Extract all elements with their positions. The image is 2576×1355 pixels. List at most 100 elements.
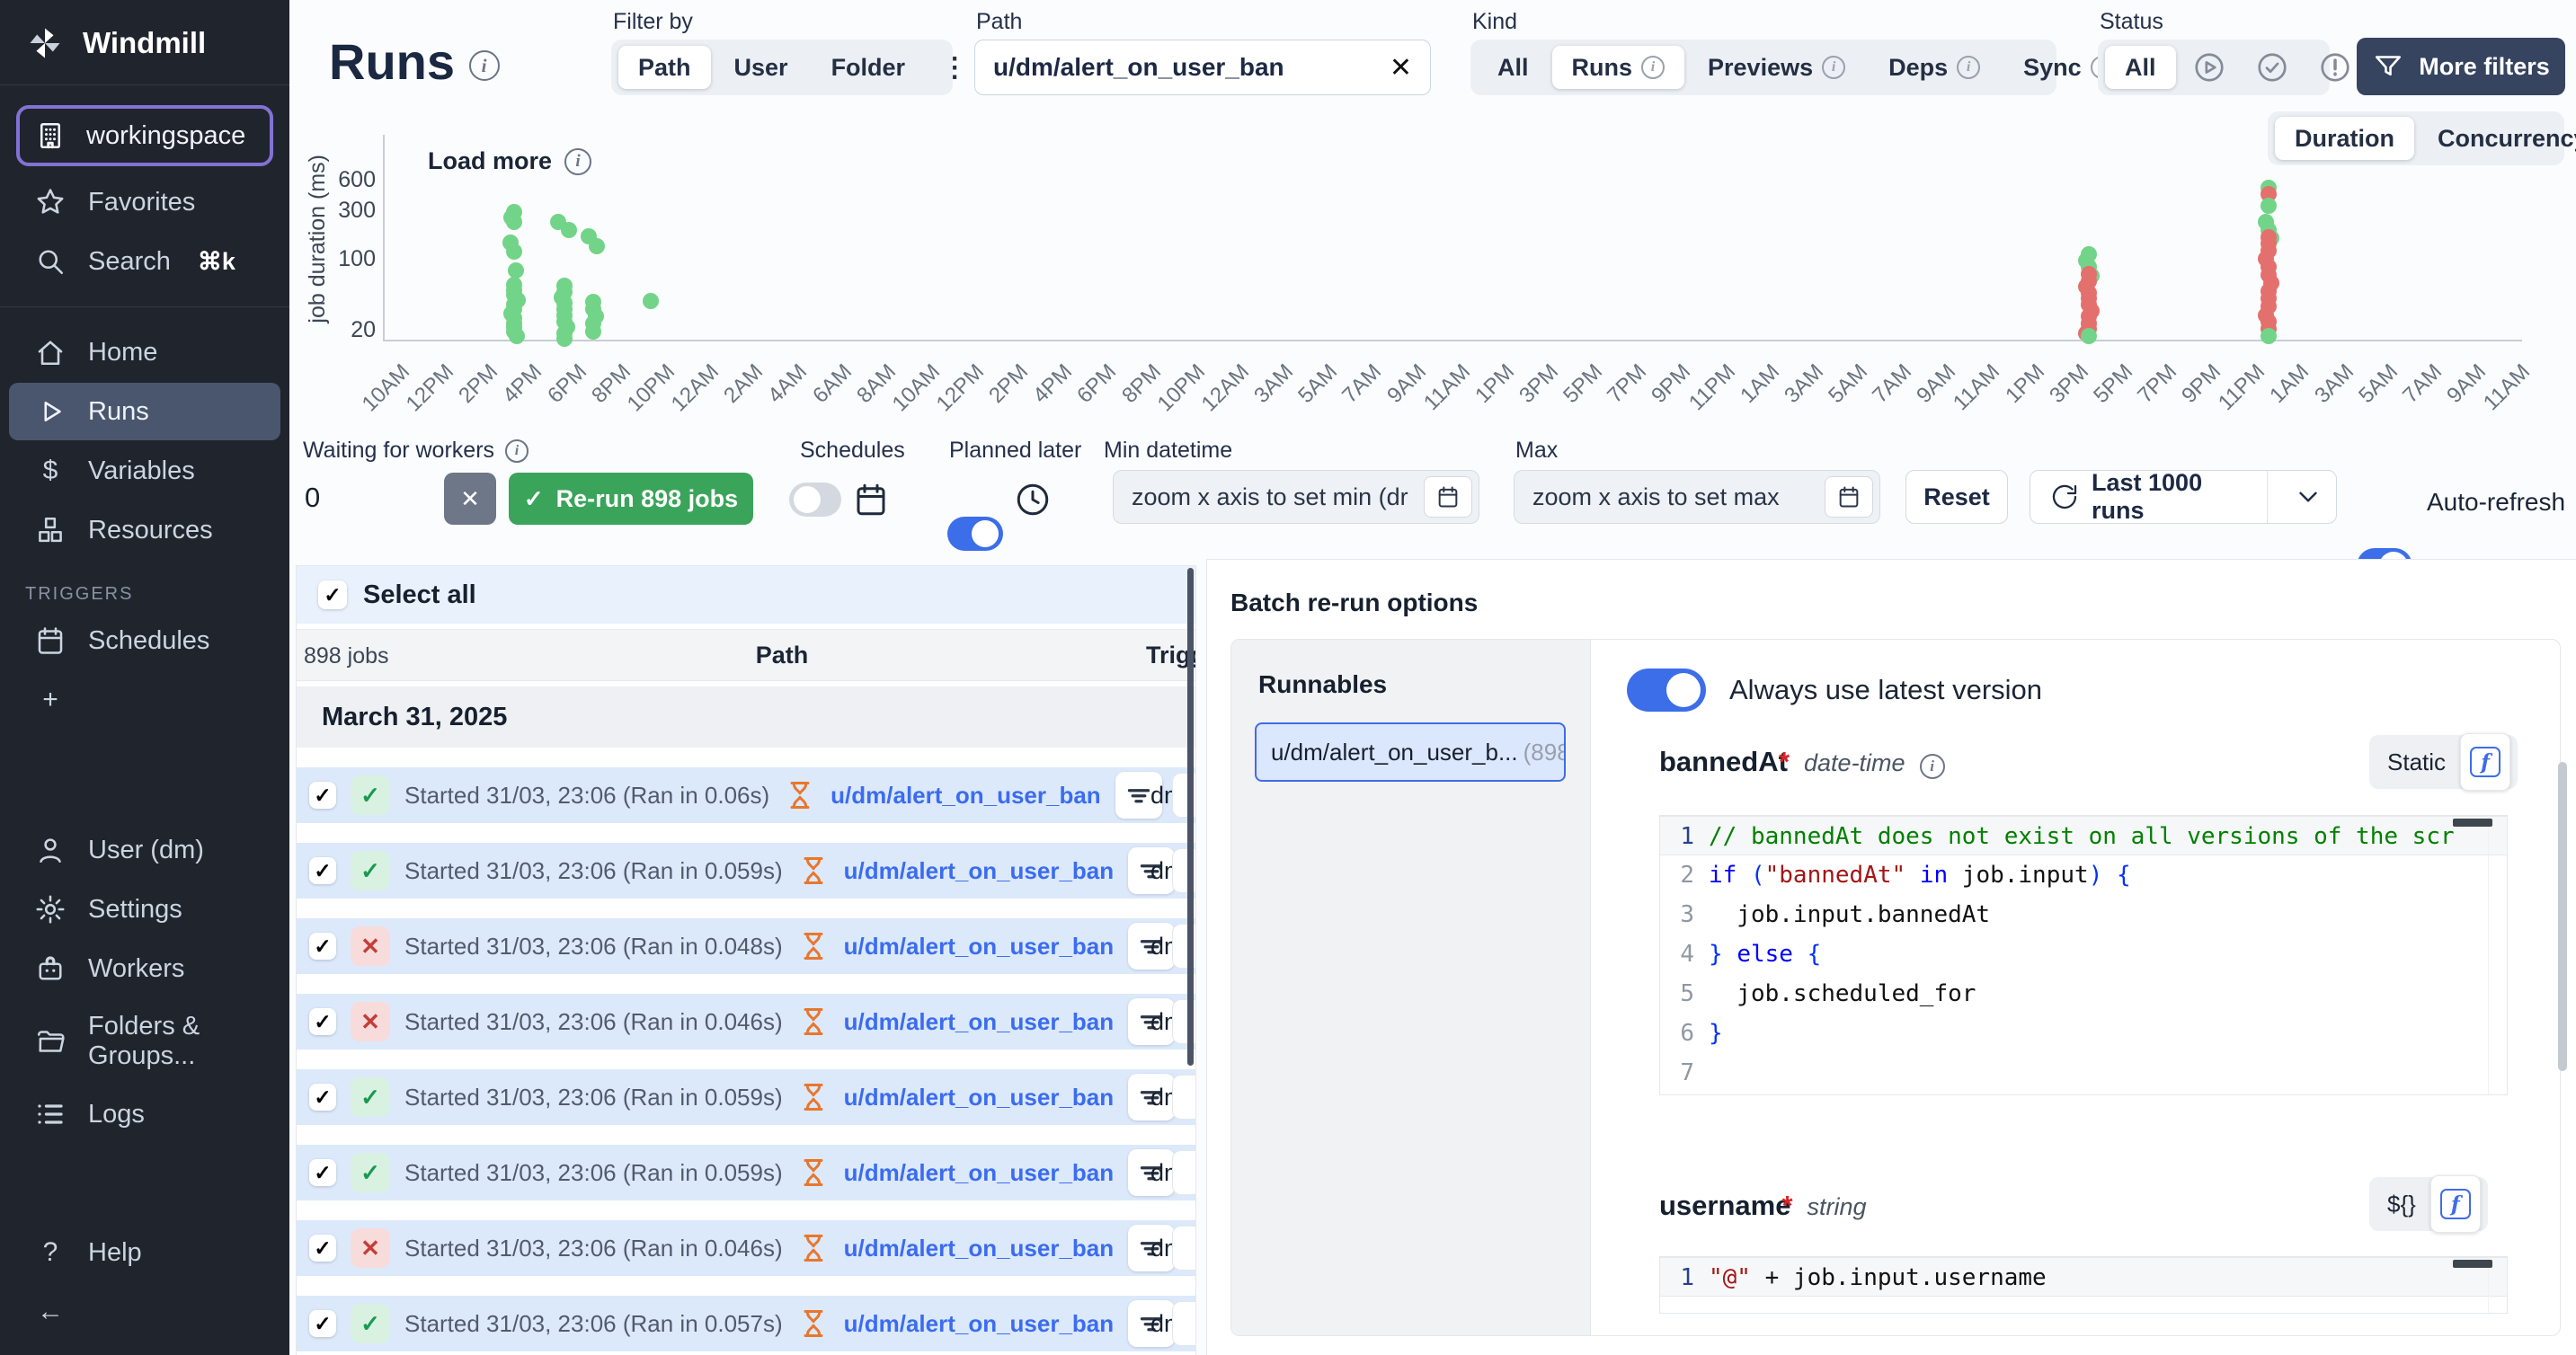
sidebar-item-search[interactable]: Search⌘k <box>9 233 280 290</box>
chart-mode-option-concurrency[interactable]: Concurrency <box>2418 117 2576 160</box>
kind-info-icon[interactable]: i <box>1957 56 1980 79</box>
latest-version-toggle[interactable] <box>1627 669 1706 712</box>
editor-scrollbar[interactable] <box>2453 1260 2492 1268</box>
row-more-button[interactable] <box>1172 1150 1196 1195</box>
reset-button[interactable]: Reset <box>1905 470 2008 524</box>
scatter-dot-success[interactable] <box>2261 328 2277 344</box>
row-checkbox[interactable]: ✓ <box>309 1084 336 1111</box>
table-row[interactable]: ✓ ✓ Started 31/03, 23:06 (Ran in 0.057s)… <box>297 1296 1195 1351</box>
status-option-alert-circle[interactable] <box>2305 46 2365 89</box>
scatter-dot-success[interactable] <box>589 238 605 254</box>
table-row[interactable]: ✓ ✕ Started 31/03, 23:06 (Ran in 0.046s)… <box>297 994 1195 1049</box>
row-checkbox[interactable]: ✓ <box>309 1310 336 1337</box>
row-path-link[interactable]: u/dm/alert_on_user_ban <box>831 782 1101 810</box>
static-mode-option[interactable]: Static <box>2387 748 2446 776</box>
kind-info-icon[interactable]: i <box>1822 56 1845 79</box>
username-code-editor[interactable]: 1"@" + job.input.username <box>1659 1256 2508 1314</box>
row-more-button[interactable] <box>1172 1226 1196 1271</box>
row-checkbox[interactable]: ✓ <box>309 1008 336 1035</box>
chart-mode-option-duration[interactable]: Duration <box>2275 117 2414 160</box>
select-all-checkbox[interactable]: ✓ <box>318 580 347 609</box>
scatter-dot-success[interactable] <box>561 222 577 238</box>
workspace-switcher[interactable]: workingspace <box>16 105 273 166</box>
row-path-link[interactable]: u/dm/alert_on_user_ban <box>844 1008 1115 1036</box>
max-datetime-input[interactable]: zoom x axis to set max <box>1514 470 1880 524</box>
table-row[interactable]: ✓ ✕ Started 31/03, 23:06 (Ran in 0.046s)… <box>297 1220 1195 1276</box>
kind-option-deps[interactable]: Depsi <box>1869 46 2000 89</box>
sidebar-item-favorites[interactable]: Favorites <box>9 173 280 231</box>
clock-icon[interactable] <box>1014 481 1052 518</box>
kind-option-all[interactable]: All <box>1478 46 1549 89</box>
schedules-calendar-icon[interactable] <box>852 481 890 518</box>
kind-info-icon[interactable]: i <box>1641 56 1665 79</box>
row-path-link[interactable]: u/dm/alert_on_user_ban <box>844 1235 1115 1262</box>
waiting-info-icon[interactable]: i <box>505 439 529 463</box>
schedules-toggle[interactable] <box>789 483 841 517</box>
sidebar-item-runs[interactable]: Runs <box>9 383 280 440</box>
scatter-dot-success[interactable] <box>509 328 525 344</box>
runs-info-icon[interactable]: i <box>469 50 500 81</box>
table-scrollbar[interactable] <box>1187 568 1194 1066</box>
panel-scrollbar[interactable] <box>2558 762 2567 1071</box>
row-checkbox[interactable]: ✓ <box>309 782 336 809</box>
sidebar-item-add-trigger[interactable]: + <box>9 671 280 729</box>
row-path-link[interactable]: u/dm/alert_on_user_ban <box>844 857 1115 885</box>
row-path-link[interactable]: u/dm/alert_on_user_ban <box>844 933 1115 961</box>
brand[interactable]: Windmill <box>0 0 289 85</box>
scatter-dot-success[interactable] <box>643 293 659 309</box>
last-runs-button[interactable]: Last 1000 runs <box>2030 470 2337 524</box>
table-row[interactable]: ✓ ✓ Started 31/03, 23:06 (Ran in 0.059s)… <box>297 1069 1195 1125</box>
row-checkbox[interactable]: ✓ <box>309 1159 336 1186</box>
row-more-button[interactable] <box>1172 1301 1196 1346</box>
javascript-mode-button[interactable]: f <box>2430 1175 2481 1233</box>
scatter-dot-success[interactable] <box>556 331 573 347</box>
path-input[interactable]: u/dm/alert_on_user_ban ✕ <box>974 40 1431 95</box>
sidebar-item-logs[interactable]: Logs <box>9 1085 280 1143</box>
sidebar-item-workers[interactable]: Workers <box>9 940 280 997</box>
more-filters-button[interactable]: More filters <box>2357 38 2565 95</box>
template-mode-option[interactable]: ${} <box>2387 1191 2416 1218</box>
scatter-dot-success[interactable] <box>506 244 522 260</box>
clear-path-icon[interactable]: ✕ <box>1390 52 1412 84</box>
filter-by-option-folder[interactable]: Folder <box>812 46 926 89</box>
sidebar-item-settings[interactable]: Settings <box>9 881 280 938</box>
editor-scrollbar[interactable] <box>2453 819 2492 827</box>
row-checkbox[interactable]: ✓ <box>309 1235 336 1262</box>
table-row[interactable]: ✓ ✕ Started 31/03, 23:06 (Ran in 0.048s)… <box>297 918 1195 974</box>
row-path-link[interactable]: u/dm/alert_on_user_ban <box>844 1084 1115 1111</box>
runnable-item[interactable]: u/dm/alert_on_user_b...(898) <box>1255 722 1566 782</box>
javascript-mode-button[interactable]: f <box>2460 733 2510 791</box>
scatter-dot-success[interactable] <box>2261 198 2277 214</box>
scatter-dot-success[interactable] <box>585 323 601 340</box>
filter-by-kebab-icon[interactable]: ⋮ <box>928 46 981 89</box>
sidebar-item-variables[interactable]: $Variables <box>9 442 280 500</box>
status-option-all[interactable]: All <box>2105 46 2176 89</box>
scatter-dot-success[interactable] <box>2081 328 2097 344</box>
select-all-bar[interactable]: ✓ Select all <box>297 566 1195 624</box>
sidebar-item-home[interactable]: Home <box>9 323 280 381</box>
filter-by-option-user[interactable]: User <box>715 46 808 89</box>
filter-by-option-path[interactable]: Path <box>618 46 711 89</box>
max-calendar-button[interactable] <box>1825 476 1873 518</box>
bannedat-code-editor[interactable]: 1// bannedAt does not exist on all versi… <box>1659 815 2508 1095</box>
cancel-selection-button[interactable]: ✕ <box>444 473 496 525</box>
min-datetime-input[interactable]: zoom x axis to set min (dr <box>1113 470 1479 524</box>
sidebar-item-folders-groups[interactable]: Folders & Groups... <box>9 999 280 1084</box>
duration-scatter-chart[interactable] <box>383 135 2522 341</box>
chevron-down-icon[interactable] <box>2293 482 2323 512</box>
table-row[interactable]: ✓ ✓ Started 31/03, 23:06 (Ran in 0.06s) … <box>297 767 1195 823</box>
kind-option-runs[interactable]: Runsi <box>1552 46 1685 89</box>
row-more-button[interactable] <box>1172 1075 1196 1120</box>
min-calendar-button[interactable] <box>1424 476 1472 518</box>
sidebar-item-schedules[interactable]: Schedules <box>9 612 280 669</box>
rerun-jobs-button[interactable]: ✓ Re-run 898 jobs <box>509 473 753 525</box>
sidebar-item-resources[interactable]: Resources <box>9 501 280 559</box>
sidebar-item-user[interactable]: User (dm) <box>9 821 280 879</box>
table-row[interactable]: ✓ ✓ Started 31/03, 23:06 (Ran in 0.059s)… <box>297 843 1195 899</box>
status-option-check-circle[interactable] <box>2243 46 2302 89</box>
field-info-icon[interactable]: i <box>1920 754 1945 779</box>
row-path-link[interactable]: u/dm/alert_on_user_ban <box>844 1159 1115 1187</box>
status-option-play-circle[interactable] <box>2180 46 2239 89</box>
sidebar-item-help[interactable]: ?Help <box>9 1224 280 1281</box>
row-checkbox[interactable]: ✓ <box>309 857 336 884</box>
